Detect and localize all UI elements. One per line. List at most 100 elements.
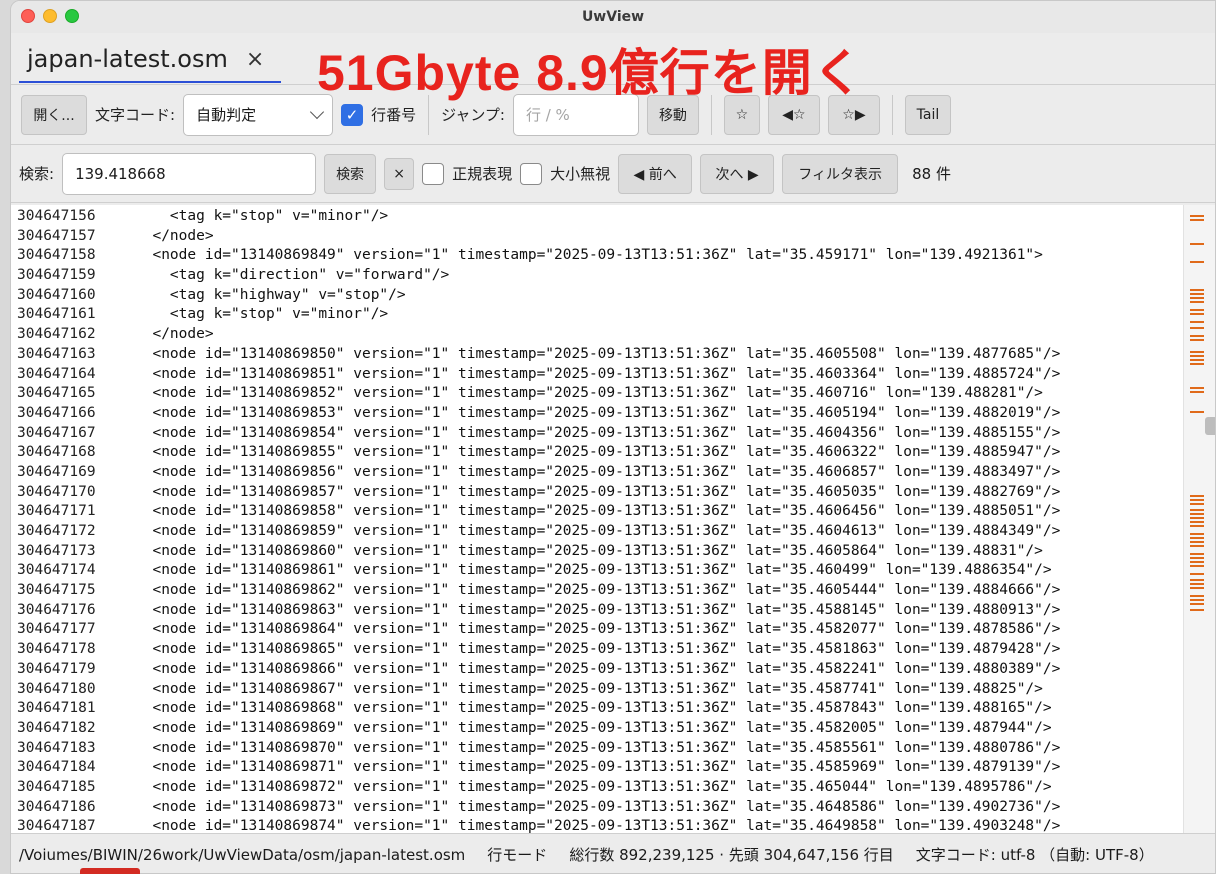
line-text: <node id="13140869858" version="1" times… [135, 503, 1061, 520]
tab-bar: japan-latest.osm × 51Gbyte 8.9億行を開く [11, 33, 1215, 101]
line-number: 304647169 [17, 463, 96, 480]
text-line: 304647175 <node id="13140869862" version… [17, 581, 1060, 601]
text-line: 304647160 <tag k="highway" v="stop"/> [17, 286, 1060, 306]
tab-close-icon[interactable]: × [246, 47, 264, 72]
line-text: <node id="13140869859" version="1" times… [135, 523, 1061, 539]
text-line: 304647187 <node id="13140869874" version… [17, 817, 1060, 833]
line-text: <node id="13140869868" version="1" times… [135, 700, 1052, 717]
match-marker [1190, 595, 1204, 597]
match-marker [1190, 301, 1204, 303]
text-line: 304647176 <node id="13140869863" version… [17, 601, 1060, 621]
line-number: 304647171 [17, 503, 96, 520]
close-window-button[interactable] [21, 9, 35, 23]
tail-button[interactable]: Tail [904, 94, 951, 135]
line-number: 304647187 [17, 818, 96, 833]
line-number: 304647177 [17, 621, 96, 638]
zoom-window-button[interactable] [65, 9, 79, 23]
minimize-window-button[interactable] [43, 9, 57, 23]
line-text: <node id="13140869865" version="1" times… [135, 641, 1061, 658]
match-marker [1190, 599, 1204, 601]
match-marker [1190, 537, 1204, 539]
text-viewer[interactable]: 304647156 <tag k="stop" v="minor"/> 30464… [11, 205, 1215, 833]
line-text: <node id="13140869873" version="1" times… [135, 798, 1061, 815]
prev-match-button[interactable]: ◀ 前へ [618, 153, 693, 194]
line-number: 304647166 [17, 404, 96, 421]
line-number: 304647163 [17, 345, 96, 362]
text-line: 304647168 <node id="13140869855" version… [17, 443, 1060, 463]
line-number: 304647160 [17, 286, 96, 303]
text-line: 304647165 <node id="13140869852" version… [17, 384, 1060, 404]
line-text: <node id="13140869866" version="1" times… [135, 660, 1061, 677]
status-bar: /Voiumes/BIWIN/26work/UwViewData/osm/jap… [11, 833, 1215, 873]
match-marker [1190, 525, 1204, 527]
search-button[interactable]: 検索 [324, 153, 377, 194]
match-marker [1190, 335, 1204, 337]
text-line: 304647164 <node id="13140869851" version… [17, 365, 1060, 385]
match-marker [1190, 557, 1204, 559]
line-number: 304647180 [17, 680, 96, 697]
ignore-case-checkbox[interactable] [520, 162, 543, 185]
line-text: <tag k="direction" v="forward"/> [135, 267, 450, 284]
line-number: 304647181 [17, 700, 96, 717]
regex-checkbox[interactable] [422, 162, 445, 185]
match-marker [1190, 513, 1204, 515]
checkmark-icon: ✓ [345, 105, 359, 124]
line-text: <node id="13140869864" version="1" times… [135, 621, 1061, 638]
line-text: <node id="13140869851" version="1" times… [135, 365, 1061, 382]
text-line: 304647161 <tag k="stop" v="minor"/> [17, 305, 1060, 325]
text-line: 304647186 <node id="13140869873" version… [17, 798, 1060, 818]
line-number: 304647173 [17, 542, 96, 559]
match-marker [1190, 339, 1204, 341]
text-line: 304647159 <tag k="direction" v="forward"… [17, 266, 1060, 286]
search-label: 検索: [19, 165, 55, 183]
filter-view-button[interactable]: フィルタ表示 [782, 153, 899, 194]
match-marker [1190, 521, 1204, 523]
encoding-select[interactable]: 自動判定 [183, 93, 334, 136]
match-marker [1190, 243, 1204, 245]
line-number: 304647175 [17, 582, 96, 599]
match-scrollbar[interactable] [1183, 205, 1215, 833]
encoding-label: 文字コード: [95, 106, 176, 124]
text-line: 304647172 <node id="13140869859" version… [17, 522, 1060, 542]
line-number: 304647186 [17, 798, 96, 815]
line-text: <node id="13140869852" version="1" times… [135, 385, 1043, 402]
regex-label: 正規表現 [452, 165, 513, 183]
search-input[interactable]: 139.418668 [62, 152, 317, 195]
match-marker [1190, 573, 1204, 575]
match-marker [1190, 355, 1204, 357]
next-match-button[interactable]: 次へ ▶ [700, 153, 775, 194]
line-text: <node id="13140869863" version="1" times… [135, 601, 1061, 618]
match-marker [1190, 359, 1204, 361]
line-text: <tag k="stop" v="minor"/> [135, 208, 389, 224]
match-marker [1190, 293, 1204, 295]
scroll-thumb[interactable] [1205, 417, 1215, 435]
line-text: <node id="13140869867" version="1" times… [135, 680, 1043, 697]
line-number: 304647167 [17, 424, 96, 441]
line-number: 304647184 [17, 759, 96, 776]
line-number: 304647164 [17, 365, 96, 382]
result-count: 88 件 [912, 165, 951, 183]
text-line: 304647174 <node id="13140869861" version… [17, 561, 1060, 581]
jump-label: ジャンプ: [441, 106, 505, 124]
text-line: 304647182 <node id="13140869869" version… [17, 719, 1060, 739]
match-marker [1190, 509, 1204, 511]
app-window: UwView japan-latest.osm × 51Gbyte 8.9億行を… [10, 0, 1216, 874]
window-title: UwView [581, 9, 645, 25]
line-text: <tag k="stop" v="minor"/> [135, 306, 389, 323]
line-numbers-checkbox[interactable]: ✓ [341, 103, 364, 126]
line-text: <node id="13140869856" version="1" times… [135, 463, 1061, 480]
text-line: 304647166 <node id="13140869853" version… [17, 404, 1060, 424]
text-line: 304647184 <node id="13140869871" version… [17, 758, 1060, 778]
toolbar-divider [891, 94, 893, 135]
open-button[interactable]: 開く... [21, 94, 87, 135]
match-marker [1190, 541, 1204, 543]
clear-search-button[interactable]: × [384, 157, 415, 190]
file-path: /Voiumes/BIWIN/26work/UwViewData/osm/jap… [19, 845, 466, 864]
match-marker [1190, 321, 1204, 323]
line-text: <node id="13140869860" version="1" times… [135, 542, 1043, 559]
match-marker [1190, 297, 1204, 299]
tab-japan-latest[interactable]: japan-latest.osm × [19, 37, 281, 83]
match-marker [1190, 327, 1204, 329]
text-line: 304647181 <node id="13140869868" version… [17, 699, 1060, 719]
line-number: 304647165 [17, 385, 96, 402]
